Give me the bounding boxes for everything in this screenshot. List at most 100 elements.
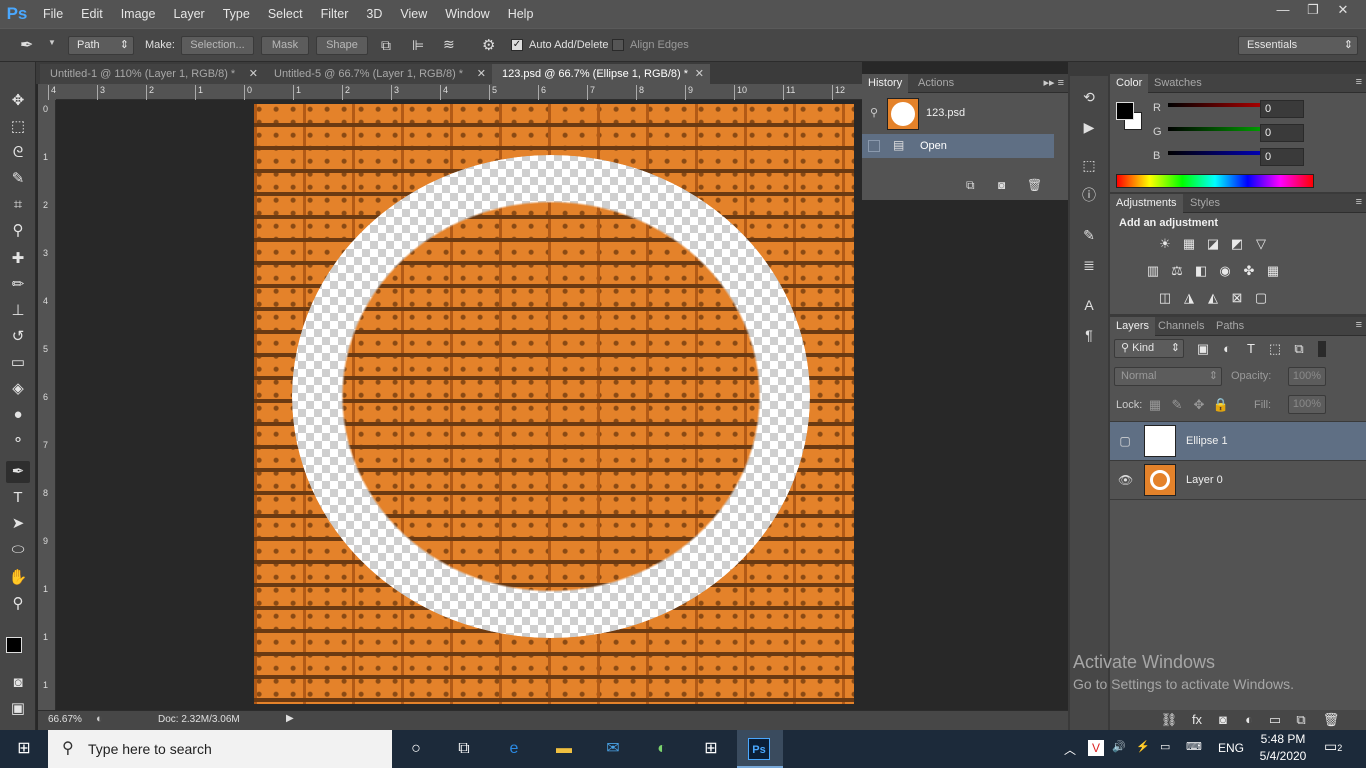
lock-transparent-icon[interactable]: ▦ [1146, 397, 1164, 413]
auto-add-delete-checkbox[interactable]: ✓ [511, 39, 523, 51]
green-value[interactable]: 0 [1260, 124, 1304, 142]
lock-all-icon[interactable]: 🔒 [1212, 397, 1230, 413]
trash-icon[interactable]: 🗑 [1027, 178, 1042, 192]
channel-mixer-icon[interactable]: ✤ [1240, 263, 1258, 279]
minimize-button[interactable]: — [1268, 0, 1298, 20]
blue-value[interactable]: 0 [1260, 148, 1304, 166]
filter-pixel-icon[interactable]: ▣ [1194, 341, 1212, 357]
brush-panel-icon[interactable]: ✎ [1077, 224, 1101, 246]
blend-mode-select[interactable]: Normal ⇕ [1114, 367, 1222, 386]
tab-123-psd[interactable]: 123.psd @ 66.7% (Ellipse 1, RGB/8) * ✕ [492, 64, 710, 84]
filter-type-icon[interactable]: T [1242, 341, 1260, 357]
ellipse-tool-icon[interactable]: ⬭ [6, 539, 30, 561]
close-icon[interactable]: ✕ [249, 64, 258, 84]
history-brush-icon[interactable]: ↺ [6, 326, 30, 348]
levels-icon[interactable]: ▦ [1180, 236, 1198, 252]
color-balance-icon[interactable]: ⚖ [1168, 263, 1186, 279]
selective-color-icon[interactable]: ▢ [1252, 290, 1270, 306]
dodge-tool-icon[interactable]: ⚬ [6, 430, 30, 452]
edge-browser-icon[interactable]: e [502, 737, 526, 761]
volume-icon[interactable]: 🔊 [1112, 740, 1126, 753]
tab-layers[interactable]: Layers [1110, 317, 1156, 336]
tab-untitled-5[interactable]: Untitled-5 @ 66.7% (Layer 1, RGB/8) * ✕ [264, 64, 492, 84]
language-indicator[interactable]: ENG [1218, 741, 1244, 755]
tab-history[interactable]: History [862, 74, 909, 93]
exposure-icon[interactable]: ◩ [1228, 236, 1246, 252]
tab-paths[interactable]: Paths [1210, 317, 1250, 336]
history-snapshot[interactable]: ⚲ 123.psd [862, 96, 1054, 132]
brush-tool-icon[interactable]: ✏ [6, 274, 30, 296]
menu-3d[interactable]: 3D [357, 0, 391, 28]
history-state-open[interactable]: ▤ Open [862, 134, 1054, 158]
new-adjustment-layer-icon[interactable]: ◐ [1240, 712, 1258, 728]
menu-image[interactable]: Image [112, 0, 165, 28]
zoom-level[interactable]: 66.67% [48, 714, 82, 725]
menu-view[interactable]: View [391, 0, 436, 28]
filter-shape-icon[interactable]: ⬚ [1266, 341, 1284, 357]
path-selection-icon[interactable]: ➤ [6, 513, 30, 535]
history-brush-source-icon[interactable]: ⚲ [870, 106, 878, 119]
panel-menu-icon[interactable]: ▸▸ ≡ [1043, 76, 1064, 89]
workspace-select[interactable]: Essentials ⇕ [1238, 36, 1358, 55]
store-icon[interactable]: ⊞ [699, 737, 723, 761]
info-panel-icon[interactable]: ⓘ [1077, 184, 1101, 206]
history-panel-icon[interactable]: ⟲ [1077, 86, 1101, 108]
opacity-value[interactable]: 100% [1288, 367, 1326, 386]
panel-menu-icon[interactable]: ≡ [1356, 196, 1362, 208]
tab-untitled-1[interactable]: Untitled-1 @ 110% (Layer 1, RGB/8) * ✕ [40, 64, 264, 84]
link-layers-icon[interactable]: ⛓ [1160, 712, 1178, 728]
new-document-from-state-icon[interactable]: ⧉ [966, 178, 975, 193]
layer-0[interactable]: 👁 Layer 0 [1110, 461, 1366, 500]
actions-panel-icon[interactable]: ▶ [1077, 116, 1101, 138]
blur-tool-icon[interactable]: ● [6, 404, 30, 426]
align-edges-checkbox[interactable] [612, 39, 624, 51]
brightness-icon[interactable]: ☀ [1156, 236, 1174, 252]
pen-tool-icon[interactable]: ✒ [20, 35, 33, 55]
tab-actions[interactable]: Actions [912, 74, 960, 93]
status-menu-arrow-icon[interactable]: ▶ [286, 713, 294, 724]
marquee-tool-icon[interactable]: ⬚ [6, 116, 30, 138]
new-group-icon[interactable]: ▭ [1266, 712, 1284, 728]
tool-mode-select[interactable]: Path ⇕ [68, 36, 134, 55]
foreground-color-swatch[interactable] [1116, 102, 1134, 120]
status-icon[interactable]: ◐ [96, 713, 103, 725]
path-arrangement-icon[interactable]: ≋ [443, 36, 455, 53]
close-button[interactable]: ✕ [1328, 0, 1358, 20]
new-layer-icon[interactable]: ⧉ [1292, 712, 1310, 728]
file-explorer-icon[interactable]: ▬ [552, 737, 576, 761]
brush-presets-icon[interactable]: ≣ [1077, 254, 1101, 276]
clone-stamp-icon[interactable]: ⊥ [6, 300, 30, 322]
filter-smart-object-icon[interactable]: ⧉ [1290, 341, 1308, 357]
color-lookup-icon[interactable]: ▦ [1264, 263, 1282, 279]
panel-menu-icon[interactable]: ≡ [1356, 76, 1362, 88]
eye-icon[interactable]: 👁 [1118, 473, 1133, 487]
layer-style-icon[interactable]: fx [1188, 712, 1206, 728]
lock-image-icon[interactable]: ✎ [1168, 397, 1186, 413]
cortana-icon[interactable]: ○ [404, 737, 428, 761]
close-icon[interactable]: ✕ [477, 64, 486, 84]
menu-select[interactable]: Select [259, 0, 312, 28]
lasso-tool-icon[interactable]: ᘓ [6, 142, 30, 164]
menu-filter[interactable]: Filter [312, 0, 358, 28]
3d-panel-icon[interactable]: ⬚ [1077, 154, 1101, 176]
move-tool-icon[interactable]: ✥ [6, 90, 30, 112]
crop-tool-icon[interactable]: ⌗ [6, 194, 30, 216]
filter-adjustment-icon[interactable]: ◐ [1218, 341, 1236, 357]
layer-name[interactable]: Layer 0 [1186, 474, 1223, 486]
menu-help[interactable]: Help [499, 0, 543, 28]
pen-tool-icon[interactable]: ✒ [6, 461, 30, 483]
photo-filter-icon[interactable]: ◉ [1216, 263, 1234, 279]
menu-edit[interactable]: Edit [72, 0, 112, 28]
path-alignment-icon[interactable]: ⊫ [412, 37, 424, 54]
eyedropper-tool-icon[interactable]: ⚲ [6, 220, 30, 242]
fill-value[interactable]: 100% [1288, 395, 1326, 414]
healing-brush-icon[interactable]: ✚ [6, 248, 30, 270]
chevron-up-icon[interactable]: ︿ [1064, 741, 1076, 758]
mask-button[interactable]: Mask [261, 36, 309, 55]
quick-selection-tool-icon[interactable]: ✎ [6, 168, 30, 190]
menu-layer[interactable]: Layer [164, 0, 213, 28]
eraser-tool-icon[interactable]: ▭ [6, 352, 30, 374]
tab-styles[interactable]: Styles [1184, 194, 1226, 213]
network-icon[interactable]: ⚡ [1136, 740, 1150, 753]
gradient-map-icon[interactable]: ⊠ [1228, 290, 1246, 306]
